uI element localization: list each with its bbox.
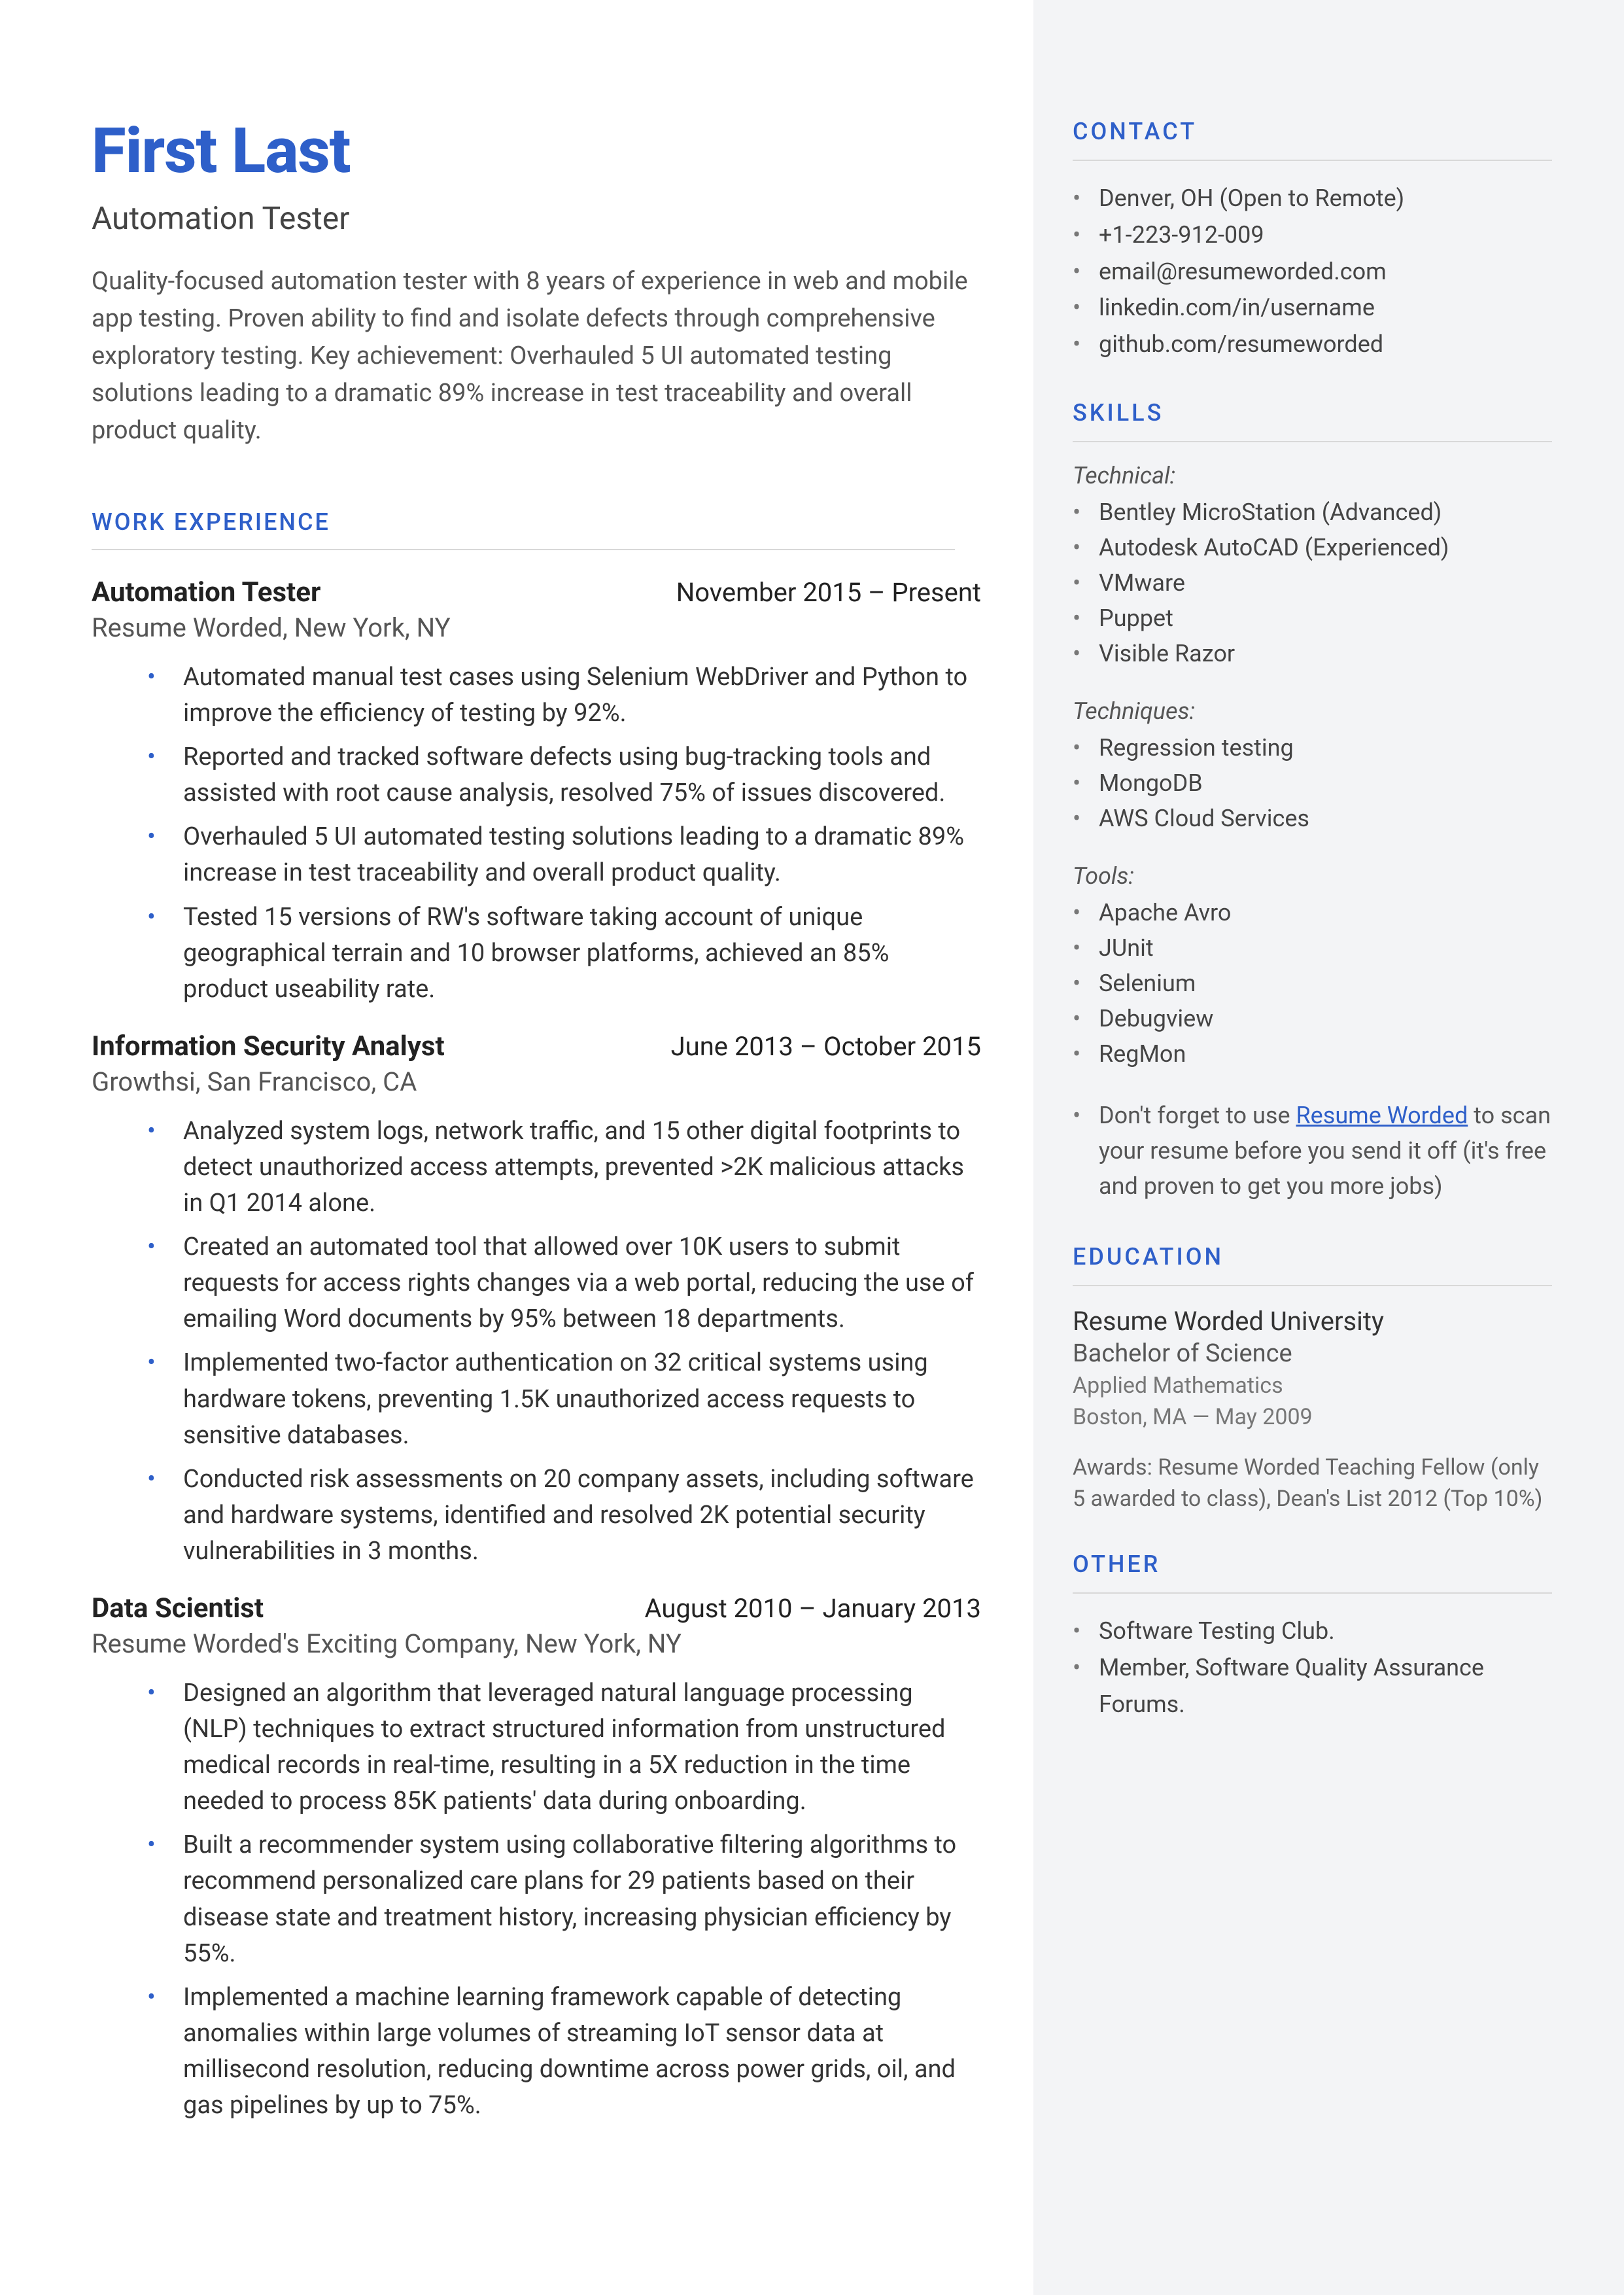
skill-item: RegMon	[1073, 1036, 1552, 1072]
bullet-item: Implemented two-factor authentication on…	[183, 1345, 981, 1453]
divider	[1073, 160, 1552, 161]
section-work-heading: WORK EXPERIENCE	[92, 508, 981, 536]
main-column: First Last Automation Tester Quality-foc…	[0, 0, 1033, 2295]
skill-item: Bentley MicroStation (Advanced)	[1073, 495, 1552, 530]
job-bullets: Designed an algorithm that leveraged nat…	[92, 1675, 981, 2124]
contact-item: Denver, OH (Open to Remote)	[1073, 181, 1552, 217]
bullet-item: Conducted risk assessments on 20 company…	[183, 1462, 981, 1569]
contact-item: github.com/resumeworded	[1073, 326, 1552, 363]
job-headline: Automation Tester	[92, 200, 981, 237]
edu-field: Applied Mathematics	[1073, 1371, 1552, 1402]
skill-list: Apache AvroJUnitSeleniumDebugviewRegMon	[1073, 895, 1552, 1072]
skill-group-heading: Techniques:	[1073, 697, 1552, 725]
skill-group-heading: Tools:	[1073, 862, 1552, 890]
job-location: Resume Worded, New York, NY	[92, 612, 981, 643]
skill-group-heading: Technical:	[1073, 462, 1552, 489]
job-dates: August 2010 – January 2013	[644, 1593, 981, 1624]
section-other-heading: OTHER	[1073, 1550, 1552, 1578]
sidebar-column: CONTACT Denver, OH (Open to Remote)+1-22…	[1033, 0, 1624, 2295]
section-education-heading: EDUCATION	[1073, 1243, 1552, 1270]
job-title: Automation Tester	[92, 576, 320, 608]
skills-tip: Don't forget to use Resume Worded to sca…	[1073, 1098, 1552, 1204]
contact-list: Denver, OH (Open to Remote)+1-223-912-00…	[1073, 181, 1552, 363]
skill-item: AWS Cloud Services	[1073, 801, 1552, 836]
job-bullets: Analyzed system logs, network traffic, a…	[92, 1113, 981, 1569]
job-location: Growthsi, San Francisco, CA	[92, 1066, 981, 1097]
bullet-item: Implemented a machine learning framework…	[183, 1980, 981, 2124]
bullet-item: Reported and tracked software defects us…	[183, 739, 981, 811]
edu-degree: Bachelor of Science	[1073, 1339, 1552, 1368]
resume-worded-link[interactable]: Resume Worded	[1296, 1102, 1468, 1129]
other-list: Software Testing Club.Member, Software Q…	[1073, 1613, 1552, 1723]
bullet-item: Created an automated tool that allowed o…	[183, 1229, 981, 1337]
divider	[1073, 1592, 1552, 1594]
contact-item: linkedin.com/in/username	[1073, 290, 1552, 326]
job-title: Information Security Analyst	[92, 1030, 445, 1062]
skill-list: Regression testingMongoDBAWS Cloud Servi…	[1073, 730, 1552, 836]
other-item: Member, Software Quality Assurance Forum…	[1073, 1650, 1552, 1723]
other-item: Software Testing Club.	[1073, 1613, 1552, 1650]
divider	[1073, 441, 1552, 442]
skill-item: Puppet	[1073, 601, 1552, 636]
summary-text: Quality-focused automation tester with 8…	[92, 263, 981, 449]
skill-item: JUnit	[1073, 930, 1552, 966]
skill-item: Selenium	[1073, 966, 1552, 1001]
bullet-item: Overhauled 5 UI automated testing soluti…	[183, 819, 981, 891]
skill-item: Autodesk AutoCAD (Experienced)	[1073, 530, 1552, 565]
job-bullets: Automated manual test cases using Seleni…	[92, 659, 981, 1007]
section-skills-heading: SKILLS	[1073, 399, 1552, 427]
job-dates: June 2013 – October 2015	[671, 1031, 981, 1062]
bullet-item: Built a recommender system using collabo…	[183, 1827, 981, 1971]
skill-item: Debugview	[1073, 1001, 1552, 1036]
job-dates: November 2015 – Present	[676, 577, 981, 608]
job-location: Resume Worded's Exciting Company, New Yo…	[92, 1628, 981, 1659]
divider	[1073, 1285, 1552, 1286]
job-title: Data Scientist	[92, 1592, 264, 1624]
bullet-item: Designed an algorithm that leveraged nat…	[183, 1675, 981, 1819]
contact-item: email@resumeworded.com	[1073, 254, 1552, 290]
bullet-item: Automated manual test cases using Seleni…	[183, 659, 981, 731]
edu-school: Resume Worded University	[1073, 1306, 1552, 1337]
person-name: First Last	[92, 114, 981, 188]
bullet-item: Analyzed system logs, network traffic, a…	[183, 1113, 981, 1221]
edu-awards: Awards: Resume Worded Teaching Fellow (o…	[1073, 1452, 1552, 1515]
bullet-item: Tested 15 versions of RW's software taki…	[183, 900, 981, 1007]
section-contact-heading: CONTACT	[1073, 118, 1552, 145]
edu-location: Boston, MA — May 2009	[1073, 1402, 1552, 1433]
skill-item: Apache Avro	[1073, 895, 1552, 930]
skill-item: Visible Razor	[1073, 636, 1552, 671]
skill-item: MongoDB	[1073, 765, 1552, 801]
skill-item: VMware	[1073, 565, 1552, 601]
contact-item: +1-223-912-009	[1073, 217, 1552, 254]
skill-item: Regression testing	[1073, 730, 1552, 765]
skill-list: Bentley MicroStation (Advanced)Autodesk …	[1073, 495, 1552, 671]
divider	[92, 549, 955, 550]
